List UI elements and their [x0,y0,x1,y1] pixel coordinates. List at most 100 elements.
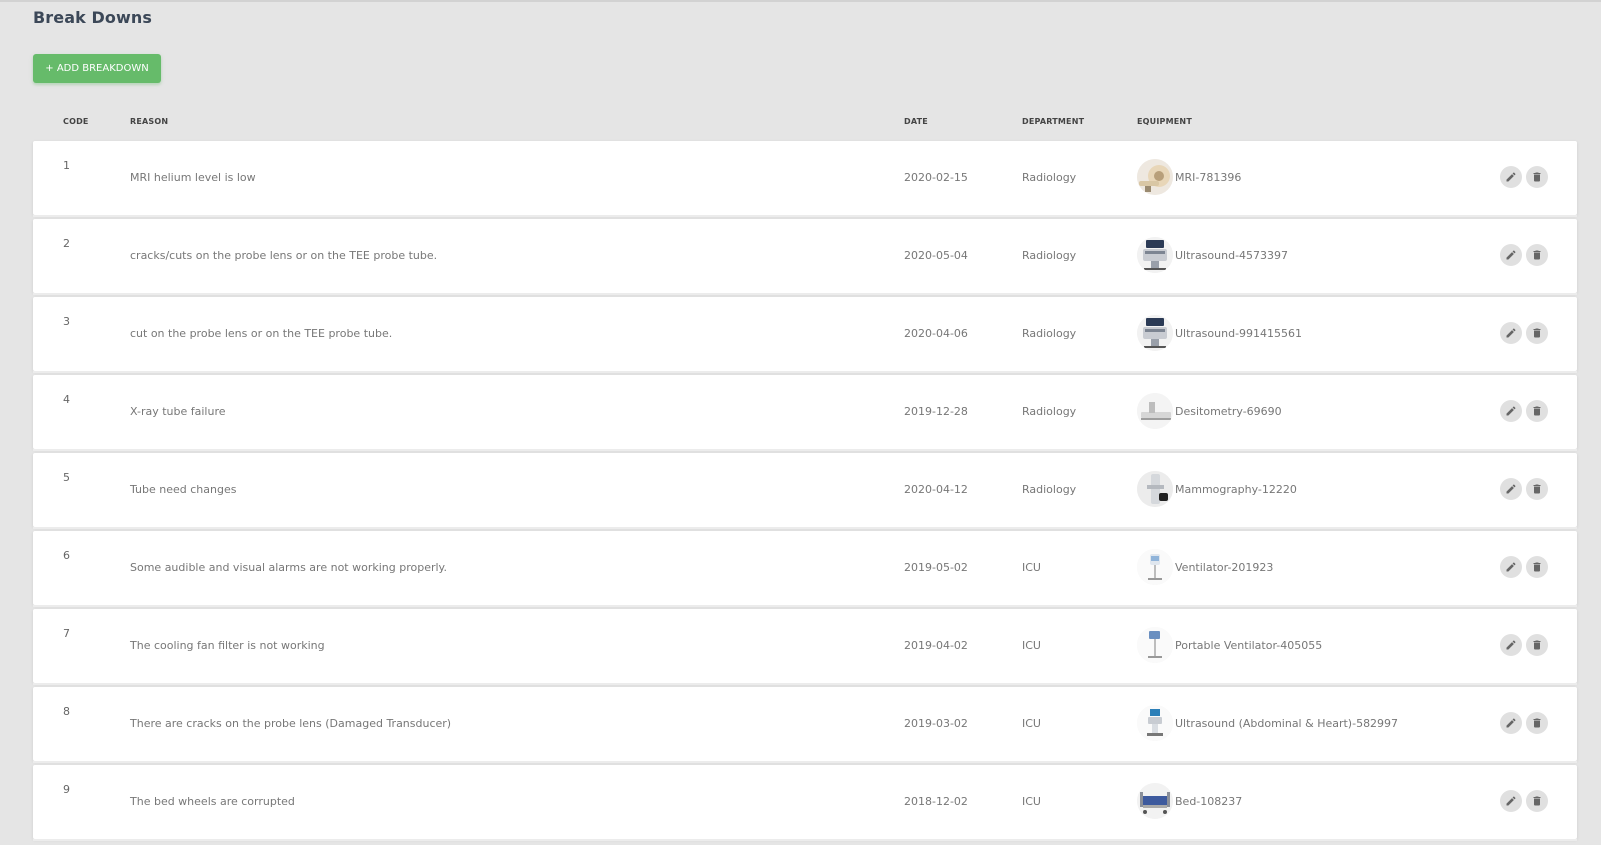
equipment-name: Ultrasound-4573397 [1175,248,1289,262]
table-header: CODE REASON DATE DEPARTMENT EQUIPMENT [33,113,1577,133]
delete-button[interactable] [1526,556,1548,578]
mammography-icon [1137,471,1173,507]
row-actions [1500,166,1548,188]
delete-button[interactable] [1526,322,1548,344]
trash-icon [1533,406,1541,416]
pencil-icon [1506,328,1516,338]
equipment-name: Bed-108237 [1175,794,1243,808]
delete-button[interactable] [1526,400,1548,422]
row-date: 2020-04-12 [904,483,968,496]
ultrasound-icon [1137,315,1173,351]
column-header-reason[interactable]: REASON [130,117,168,126]
portable-ventilator-icon [1137,627,1173,663]
row-reason: The cooling fan filter is not working [130,639,325,652]
pencil-icon [1506,718,1516,728]
trash-icon [1533,796,1541,806]
densitometer-icon [1137,393,1173,429]
row-actions [1500,634,1548,656]
table-row[interactable]: 8 There are cracks on the probe lens (Da… [33,687,1577,763]
row-department: Radiology [1022,405,1077,418]
row-department: ICU [1022,561,1041,574]
ventilator-icon [1137,549,1173,585]
row-reason: MRI helium level is low [130,171,256,184]
delete-button[interactable] [1526,790,1548,812]
row-department: ICU [1022,717,1041,730]
row-date: 2019-12-28 [904,405,968,418]
equipment-name: Desitometry-69690 [1175,404,1282,418]
equipment-name: Ultrasound-991415561 [1175,326,1303,340]
column-header-department[interactable]: DEPARTMENT [1022,117,1084,126]
row-equipment: Ultrasound-991415561 [1137,313,1302,353]
row-date: 2019-04-02 [904,639,968,652]
edit-button[interactable] [1500,166,1522,188]
row-equipment: Ventilator-201923 [1137,547,1273,587]
table-row[interactable]: 3 cut on the probe lens or on the TEE pr… [33,297,1577,373]
row-code: 8 [63,705,70,718]
table-row[interactable]: 9 The bed wheels are corrupted 2018-12-0… [33,765,1577,841]
trash-icon [1533,328,1541,338]
delete-button[interactable] [1526,244,1548,266]
delete-button[interactable] [1526,634,1548,656]
row-code: 7 [63,627,70,640]
column-header-code[interactable]: CODE [63,117,89,126]
column-header-date[interactable]: DATE [904,117,928,126]
row-reason: There are cracks on the probe lens (Dama… [130,717,452,730]
edit-button[interactable] [1500,244,1522,266]
row-reason: X-ray tube failure [130,405,226,418]
row-date: 2019-03-02 [904,717,968,730]
row-code: 4 [63,393,70,406]
row-date: 2020-04-06 [904,327,968,340]
delete-button[interactable] [1526,166,1548,188]
edit-button[interactable] [1500,556,1522,578]
table-row[interactable]: 6 Some audible and visual alarms are not… [33,531,1577,607]
edit-button[interactable] [1500,712,1522,734]
edit-button[interactable] [1500,322,1522,344]
trash-icon [1533,562,1541,572]
row-equipment: Ultrasound-4573397 [1137,235,1288,275]
row-date: 2020-02-15 [904,171,968,184]
row-date: 2019-05-02 [904,561,968,574]
row-reason: cracks/cuts on the probe lens or on the … [130,249,438,262]
edit-button[interactable] [1500,400,1522,422]
edit-button[interactable] [1500,634,1522,656]
table-row[interactable]: 1 MRI helium level is low 2020-02-15 Rad… [33,141,1577,217]
pencil-icon [1506,640,1516,650]
pencil-icon [1506,250,1516,260]
row-actions [1500,712,1548,734]
trash-icon [1533,718,1541,728]
edit-button[interactable] [1500,790,1522,812]
row-reason: The bed wheels are corrupted [130,795,295,808]
row-equipment: Portable Ventilator-405055 [1137,625,1322,665]
row-date: 2020-05-04 [904,249,968,262]
row-department: Radiology [1022,171,1077,184]
equipment-name: MRI-781396 [1175,170,1242,184]
row-code: 2 [63,237,70,250]
row-department: Radiology [1022,327,1077,340]
column-header-equipment[interactable]: EQUIPMENT [1137,117,1192,126]
table-row[interactable]: 2 cracks/cuts on the probe lens or on th… [33,219,1577,295]
delete-button[interactable] [1526,712,1548,734]
trash-icon [1533,250,1541,260]
pencil-icon [1506,172,1516,182]
equipment-name: Portable Ventilator-405055 [1175,638,1323,652]
table-row[interactable]: 5 Tube need changes 2020-04-12 Radiology… [33,453,1577,529]
table-row[interactable]: 4 X-ray tube failure 2019-12-28 Radiolog… [33,375,1577,451]
equipment-name: Mammography-12220 [1175,482,1297,496]
row-code: 1 [63,159,70,172]
edit-button[interactable] [1500,478,1522,500]
row-actions [1500,322,1548,344]
row-actions [1500,556,1548,578]
row-date: 2018-12-02 [904,795,968,808]
table-row[interactable]: 7 The cooling fan filter is not working … [33,609,1577,685]
row-actions [1500,478,1548,500]
row-department: ICU [1022,639,1041,652]
row-code: 5 [63,471,70,484]
row-equipment: Desitometry-69690 [1137,391,1282,431]
delete-button[interactable] [1526,478,1548,500]
hospital-bed-icon [1137,783,1173,819]
add-breakdown-button[interactable]: + ADD BREAKDOWN [33,54,161,83]
row-equipment: MRI-781396 [1137,157,1241,197]
row-department: Radiology [1022,249,1077,262]
row-equipment: Mammography-12220 [1137,469,1297,509]
row-actions [1500,400,1548,422]
